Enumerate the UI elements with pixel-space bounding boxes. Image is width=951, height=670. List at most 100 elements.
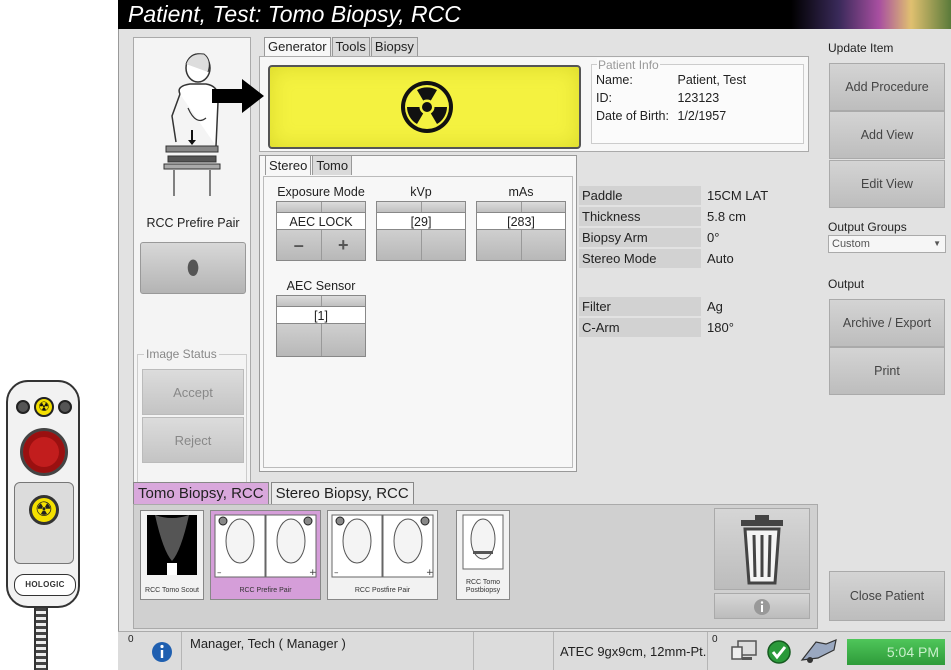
kvp-increase-button[interactable]: [421, 230, 465, 260]
exposure-mode-buttons: – +: [277, 230, 365, 260]
device-status: ATEC 9gx9cm, 12mm-Pt.: [554, 632, 708, 670]
marker-button[interactable]: ⬮: [140, 242, 246, 294]
aec-sensor-increase-button[interactable]: [321, 324, 365, 356]
mas-control: mAs [283]: [476, 185, 566, 261]
strip-seg: [277, 202, 322, 212]
thumbnail-caption: RCC Prefire Pair: [239, 587, 292, 594]
param-row-filter: Filter Ag: [579, 297, 807, 316]
view-label: RCC Prefire Pair: [146, 216, 240, 230]
tab-tomo-biopsy-rcc[interactable]: Tomo Biopsy, RCC: [133, 482, 269, 504]
info-button[interactable]: [714, 593, 810, 619]
mas-increase-button[interactable]: [521, 230, 565, 260]
param-key: C-Arm: [579, 318, 701, 337]
exposure-mode-decrease-button[interactable]: –: [277, 230, 322, 260]
close-patient-button[interactable]: Close Patient: [829, 571, 945, 621]
patient-dob-value: 1/2/1957: [677, 109, 727, 123]
print-button[interactable]: Print: [829, 347, 945, 395]
emergency-stop-icon: [20, 428, 68, 476]
svg-text:–: –: [334, 568, 339, 578]
parameter-table: Paddle 15CM LAT Thickness 5.8 cm Biopsy …: [579, 186, 807, 339]
alert-count-right: 0: [712, 634, 718, 645]
thumbnail-caption: RCC Postfire Pair: [354, 587, 411, 594]
strip-seg: [477, 202, 522, 212]
gantry-status-button[interactable]: [794, 632, 844, 670]
aec-sensor-value: [1]: [277, 306, 365, 324]
tab-stereo-biopsy-rcc[interactable]: Stereo Biopsy, RCC: [270, 482, 414, 504]
prefire-pair-image-icon: – +: [214, 514, 317, 578]
system-status-button[interactable]: [724, 632, 764, 670]
param-row-c-arm: C-Arm 180°: [579, 318, 807, 337]
needle-icon: ⬮: [186, 257, 200, 279]
archive-export-button[interactable]: Archive / Export: [829, 299, 945, 347]
exposure-mode-strip: [277, 202, 365, 212]
patient-dob-row: Date of Birth: 1/2/1957: [596, 109, 726, 123]
mas-strip: [477, 202, 565, 212]
strip-seg: [521, 202, 565, 212]
top-tabs: Generator Tools Biopsy: [264, 37, 419, 56]
aec-sensor-control: AEC Sensor [1]: [276, 279, 366, 357]
exposure-controls: Exposure Mode AEC LOCK – + kVp [29] mAs …: [263, 176, 573, 468]
main-area: RCC Prefire Pair ⬮ Image Status Accept R…: [118, 29, 951, 631]
aec-sensor-decrease-button[interactable]: [277, 324, 322, 356]
param-value: 15CM LAT: [707, 188, 769, 203]
thumbnail-rcc-postfire-pair[interactable]: – + RCC Postfire Pair: [327, 510, 438, 600]
exposure-mode-value: AEC LOCK: [277, 212, 365, 230]
param-value: 5.8 cm: [707, 209, 747, 224]
ok-status-button[interactable]: [764, 632, 794, 670]
rcc-view-illustration-icon: [163, 53, 221, 196]
param-value: 180°: [707, 320, 734, 335]
patient-info-label: Patient Info: [597, 58, 660, 72]
arrow-pointer-icon: [212, 79, 264, 113]
mas-decrease-button[interactable]: [477, 230, 522, 260]
param-value: Auto: [707, 251, 734, 266]
generator-panel: Patient Info Name: Patient, Test ID: 123…: [212, 56, 809, 152]
output-groups-select[interactable]: Custom ▼: [828, 235, 946, 253]
thumbnail-rcc-prefire-pair[interactable]: – + RCC Prefire Pair: [210, 510, 321, 600]
edit-view-button[interactable]: Edit View: [829, 160, 945, 208]
remote-top-buttons: ☢: [16, 392, 72, 422]
procedure-tabs: Tomo Biopsy, RCC Stereo Biopsy, RCC: [133, 482, 416, 504]
accept-button[interactable]: Accept: [142, 369, 244, 415]
add-procedure-button[interactable]: Add Procedure: [829, 63, 945, 111]
patient-name-row: Name: Patient, Test: [596, 73, 746, 87]
trash-icon: [741, 515, 783, 585]
info-alert-button[interactable]: [142, 632, 182, 670]
param-key: Filter: [579, 297, 701, 316]
monitor-icon: [731, 640, 757, 660]
thumbnail-caption: RCC Tomo Postbiopsy: [465, 579, 501, 594]
thumbnail-rcc-tomo-postbiopsy[interactable]: RCC Tomo Postbiopsy: [456, 510, 510, 600]
exposure-mode-increase-button[interactable]: +: [321, 230, 365, 260]
thumbnail-rcc-tomo-scout[interactable]: RCC Tomo Scout: [140, 510, 204, 600]
param-value: Ag: [707, 299, 723, 314]
param-row-thickness: Thickness 5.8 cm: [579, 207, 807, 226]
gantry-icon: [800, 639, 837, 663]
mas-value: [283]: [477, 212, 565, 230]
aec-sensor-buttons: [277, 324, 365, 356]
patient-dob-key: Date of Birth:: [596, 109, 669, 123]
strip-seg: [321, 202, 365, 212]
patient-id-key: ID:: [596, 91, 612, 105]
patient-name-key: Name:: [596, 73, 633, 87]
param-row-stereo-mode: Stereo Mode Auto: [579, 249, 807, 268]
tab-tomo[interactable]: Tomo: [312, 155, 353, 175]
tab-biopsy[interactable]: Biopsy: [370, 37, 418, 56]
add-view-button[interactable]: Add View: [829, 111, 945, 159]
tab-stereo[interactable]: Stereo: [265, 155, 312, 175]
reject-button[interactable]: Reject: [142, 417, 244, 463]
kvp-value: [29]: [377, 212, 465, 230]
kvp-decrease-button[interactable]: [377, 230, 422, 260]
title-procedure: Tomo Biopsy, RCC: [267, 1, 461, 27]
tab-generator[interactable]: Generator: [264, 37, 331, 56]
kvp-control: kVp [29]: [376, 185, 466, 261]
delete-button[interactable]: [714, 508, 810, 590]
kvp-strip: [377, 202, 465, 212]
thumbnail-caption: RCC Tomo Scout: [145, 587, 199, 594]
exposure-mode-box: AEC LOCK – +: [276, 201, 366, 261]
remote-control-image: ☢ ☢ HOLOGIC: [2, 380, 88, 670]
center-panel: Generator Tools Biopsy Patient Info Name…: [212, 37, 809, 472]
mas-buttons: [477, 230, 565, 260]
tab-tools[interactable]: Tools: [331, 37, 370, 56]
remote-radiation-button-icon: ☢: [34, 397, 54, 417]
exposure-panel: Stereo Tomo Exposure Mode AEC LOCK – + k…: [259, 155, 577, 472]
checkmark-icon: [767, 640, 791, 664]
